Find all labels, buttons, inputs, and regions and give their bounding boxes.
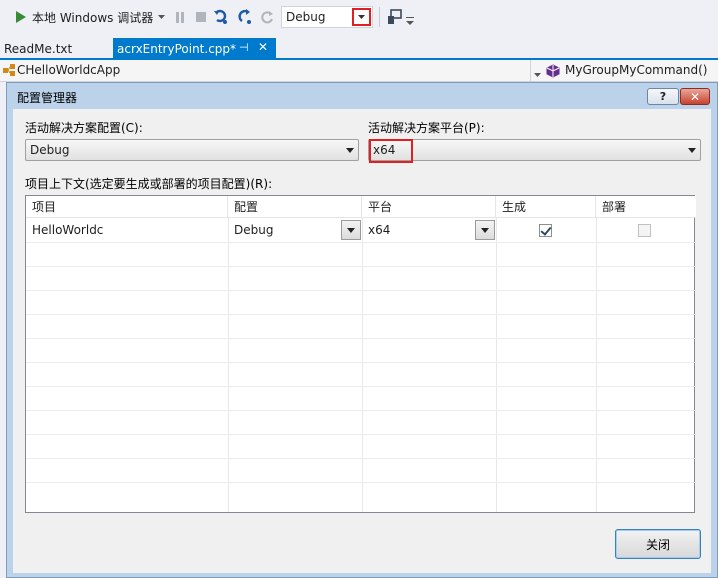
grid-header: 项目 配置 平台 生成 部署 xyxy=(26,196,696,218)
solution-configuration-select[interactable]: Debug xyxy=(281,6,373,28)
grid-row-divider xyxy=(26,314,696,315)
tab-readme[interactable]: ReadMe.txt xyxy=(0,38,76,60)
pause-icon[interactable] xyxy=(175,11,185,23)
restart-icon[interactable] xyxy=(259,9,275,25)
navbar-divider xyxy=(530,60,531,82)
stop-icon[interactable] xyxy=(196,12,206,22)
column-header-project[interactable]: 项目 xyxy=(26,196,228,218)
grid-row-divider xyxy=(26,338,696,339)
column-header-deploy[interactable]: 部署 xyxy=(596,196,696,218)
active-platform-label: 活动解决方案平台(P): xyxy=(368,121,485,135)
grid-row-divider xyxy=(26,290,696,291)
column-header-configuration[interactable]: 配置 xyxy=(228,196,362,218)
column-header-platform[interactable]: 平台 xyxy=(362,196,496,218)
grid-row-divider xyxy=(26,482,696,483)
grid-row-divider xyxy=(26,266,696,267)
start-debugger-label[interactable]: 本地 Windows 调试器 xyxy=(32,9,153,25)
chevron-down-icon[interactable] xyxy=(475,220,495,240)
chevron-down-icon[interactable] xyxy=(341,220,361,240)
grid-column-divider xyxy=(362,218,363,512)
help-button[interactable]: ? xyxy=(647,88,679,105)
grid-column-divider xyxy=(496,218,497,512)
project-contexts-grid: 项目 配置 平台 生成 部署 HelloWorldc Debug x64 xyxy=(25,195,696,513)
project-name-cell: HelloWorldc xyxy=(32,223,104,237)
document-tabs: ReadMe.txt acrxEntryPoint.cpp* ⊣ ✕ xyxy=(0,36,718,60)
chevron-down-icon[interactable] xyxy=(157,12,165,22)
row-platform-value: x64 xyxy=(368,223,391,237)
play-icon[interactable] xyxy=(14,9,28,25)
active-config-combo[interactable]: Debug xyxy=(25,139,359,161)
tab-acrx-entry-point[interactable]: acrxEntryPoint.cpp* ⊣ ✕ xyxy=(113,38,276,60)
active-config-label: 活动解决方案配置(C): xyxy=(25,121,143,135)
dialog-close-x-button[interactable]: ✕ xyxy=(680,88,710,105)
debug-toolbar: 本地 Windows 调试器 Debug xyxy=(0,0,718,36)
class-icon xyxy=(2,63,16,77)
dialog-title-bar[interactable]: 配置管理器 ? ✕ xyxy=(7,83,717,109)
step-into-icon[interactable] xyxy=(213,8,231,26)
step-over-icon[interactable] xyxy=(237,8,255,26)
build-checkbox[interactable] xyxy=(539,224,552,237)
dialog-title: 配置管理器 xyxy=(17,91,78,105)
row-platform-select[interactable]: x64 xyxy=(363,220,495,240)
pin-icon[interactable]: ⊣ xyxy=(239,41,249,54)
column-header-build[interactable]: 生成 xyxy=(496,196,596,218)
row-configuration-select[interactable]: Debug xyxy=(229,220,361,240)
project-contexts-label: 项目上下文(选定要生成或部署的项目配置)(R): xyxy=(25,177,273,191)
grid-column-divider xyxy=(228,218,229,512)
row-configuration-value: Debug xyxy=(234,223,274,237)
configuration-manager-dialog: 配置管理器 ? ✕ 活动解决方案配置(C): Debug 活动解决方案平台(P)… xyxy=(6,82,718,578)
tab-label: ReadMe.txt xyxy=(4,42,73,56)
close-icon[interactable]: ✕ xyxy=(258,40,268,54)
method-icon xyxy=(546,64,560,78)
active-platform-combo[interactable]: x64 xyxy=(368,139,701,161)
tab-label: acrxEntryPoint.cpp* xyxy=(117,42,237,56)
grid-row-divider xyxy=(26,458,696,459)
active-config-value: Debug xyxy=(30,143,70,157)
highlight-box xyxy=(369,139,413,163)
platform-icon[interactable] xyxy=(386,8,404,26)
chevron-down-icon xyxy=(346,148,354,153)
grid-column-divider xyxy=(596,218,597,512)
dialog-client-area: 活动解决方案配置(C): Debug 活动解决方案平台(P): x64 项目上下… xyxy=(13,109,711,573)
grid-row-divider xyxy=(26,242,696,243)
grid-row-divider xyxy=(26,362,696,363)
chevron-down-icon[interactable] xyxy=(534,66,542,77)
solution-configuration-value: Debug xyxy=(286,10,326,24)
chevron-down-icon xyxy=(688,148,696,153)
chevron-down-icon[interactable] xyxy=(352,8,371,26)
deploy-checkbox[interactable] xyxy=(638,224,651,237)
navigation-bar: CHelloWorldcApp MyGroupMyCommand() xyxy=(0,60,718,82)
toolbar-options-icon[interactable] xyxy=(405,14,415,28)
close-button[interactable]: 关闭 xyxy=(615,529,701,559)
class-dropdown[interactable]: CHelloWorldcApp xyxy=(17,63,120,77)
grid-row-divider xyxy=(26,386,696,387)
grid-row-divider xyxy=(26,410,696,411)
member-dropdown[interactable]: MyGroupMyCommand() xyxy=(565,63,707,77)
grid-row-divider xyxy=(26,434,696,435)
toolbar-separator xyxy=(379,7,380,27)
